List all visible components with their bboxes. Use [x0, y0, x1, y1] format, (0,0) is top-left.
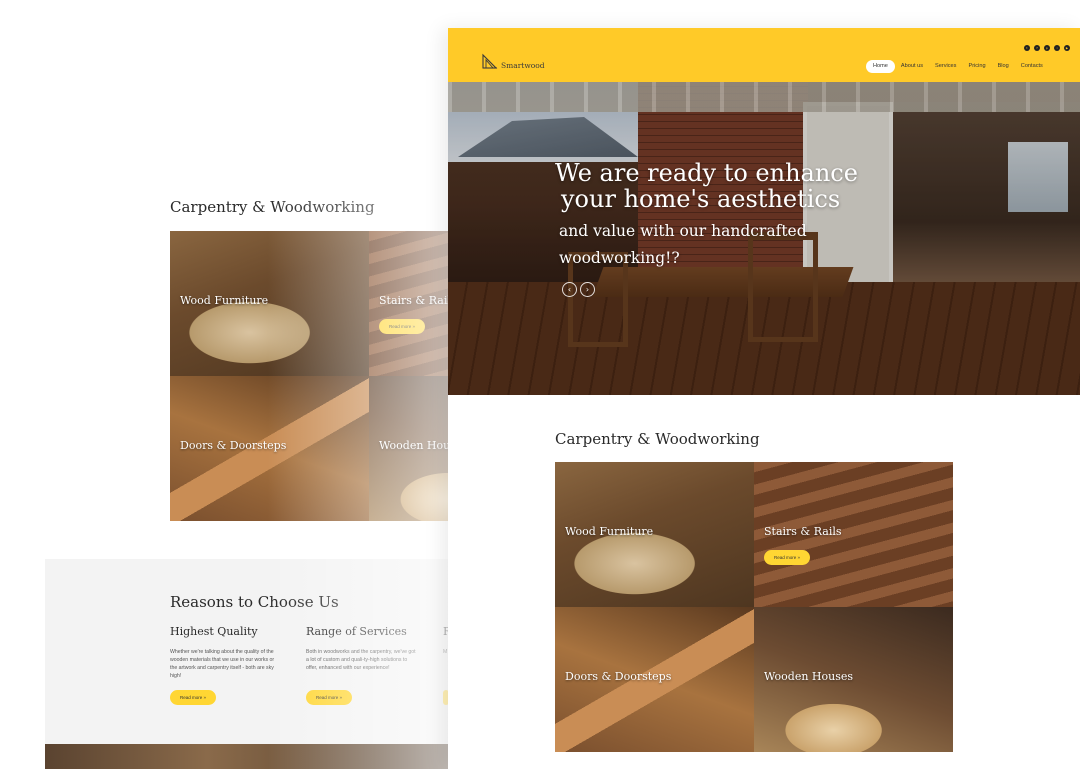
nav-home[interactable]: Home: [866, 60, 895, 73]
reason-range-of-services: Range of Services Both in woodworks and …: [306, 625, 416, 672]
pinterest-icon[interactable]: p: [1044, 45, 1050, 51]
service-tile-wooden-houses[interactable]: Wooden Houses: [754, 607, 953, 752]
services-grid: Wood Furniture Stairs & Rails Read more …: [555, 462, 953, 752]
background-tile-doors[interactable]: Doors & Doorsteps: [170, 376, 369, 521]
main-navigation: Home About us Services Pricing Blog Cont…: [866, 60, 1049, 73]
tile-label: Doors & Doorsteps: [565, 670, 672, 683]
youtube-icon[interactable]: ▶: [1064, 45, 1070, 51]
background-tile-wood-furniture[interactable]: Wood Furniture: [170, 231, 369, 376]
background-tile-wooden-houses[interactable]: Wooden Hou: [369, 376, 450, 521]
read-more-button[interactable]: Read more »: [306, 690, 352, 705]
logo-icon[interactable]: [482, 53, 498, 69]
tile-label: Wood Furniture: [180, 294, 269, 307]
read-more-button[interactable]: Read more »: [379, 319, 425, 334]
tile-label: Doors & Doorsteps: [180, 439, 287, 452]
nav-contacts[interactable]: Contacts: [1015, 60, 1049, 73]
services-section-title: Carpentry & Woodworking: [555, 430, 760, 448]
reason-heading: Highest Quality: [170, 625, 258, 638]
hero-title-line: We are ready to enhance: [555, 159, 858, 187]
tile-label: Stairs & Rail: [379, 294, 450, 307]
hero-title-line: your home's aesthetics: [561, 185, 841, 213]
tile-label: Wooden Hou: [379, 439, 450, 452]
tile-label: Wooden Houses: [764, 670, 854, 683]
background-bottom-image-strip: [45, 744, 450, 769]
read-more-button[interactable]: Read more »: [170, 690, 216, 705]
reason-text: Both in woodworks and the carpentry, we'…: [306, 649, 416, 671]
tile-label: Stairs & Rails: [764, 525, 842, 538]
hero-subtitle-line: and value with our handcrafted: [559, 222, 807, 240]
service-tile-doors-doorsteps[interactable]: Doors & Doorsteps: [555, 607, 754, 752]
slider-next-arrow[interactable]: ›: [580, 282, 595, 297]
facebook-icon[interactable]: f: [1034, 45, 1040, 51]
twitter-icon[interactable]: t: [1024, 45, 1030, 51]
hero-subtitle-line: woodworking!?: [559, 249, 680, 267]
background-tile-stairs[interactable]: Stairs & Rail Read more »: [369, 231, 450, 376]
social-links: t f p i ▶: [1024, 45, 1070, 51]
service-tile-stairs-rails[interactable]: Stairs & Rails Read more »: [754, 462, 953, 607]
reasons-title: Reasons to Choose Us: [170, 593, 339, 611]
nav-about-us[interactable]: About us: [895, 60, 929, 73]
service-tile-wood-furniture[interactable]: Wood Furniture: [555, 462, 754, 607]
slider-prev-arrow[interactable]: ‹: [562, 282, 577, 297]
nav-pricing[interactable]: Pricing: [962, 60, 991, 73]
site-header: [448, 28, 1080, 82]
nav-services[interactable]: Services: [929, 60, 962, 73]
hero-title: We are ready to enhance your home's aest…: [555, 160, 875, 212]
brand-name[interactable]: Smartwood: [501, 61, 545, 70]
reason-heading: Range of Services: [306, 625, 407, 638]
background-services-grid: Wood Furniture Stairs & Rail Read more »…: [170, 231, 450, 521]
read-more-button[interactable]: Read more »: [764, 550, 810, 565]
hero-subtitle: and value with our handcrafted woodworki…: [559, 218, 859, 272]
reason-highest-quality: Highest Quality Whether we're talking ab…: [170, 625, 280, 680]
reason-text: Whether we're talking about the quality …: [170, 649, 275, 679]
nav-blog[interactable]: Blog: [992, 60, 1015, 73]
instagram-icon[interactable]: i: [1054, 45, 1060, 51]
tile-label: Wood Furniture: [565, 525, 654, 538]
background-section-title: Carpentry & Woodworking: [170, 198, 375, 216]
